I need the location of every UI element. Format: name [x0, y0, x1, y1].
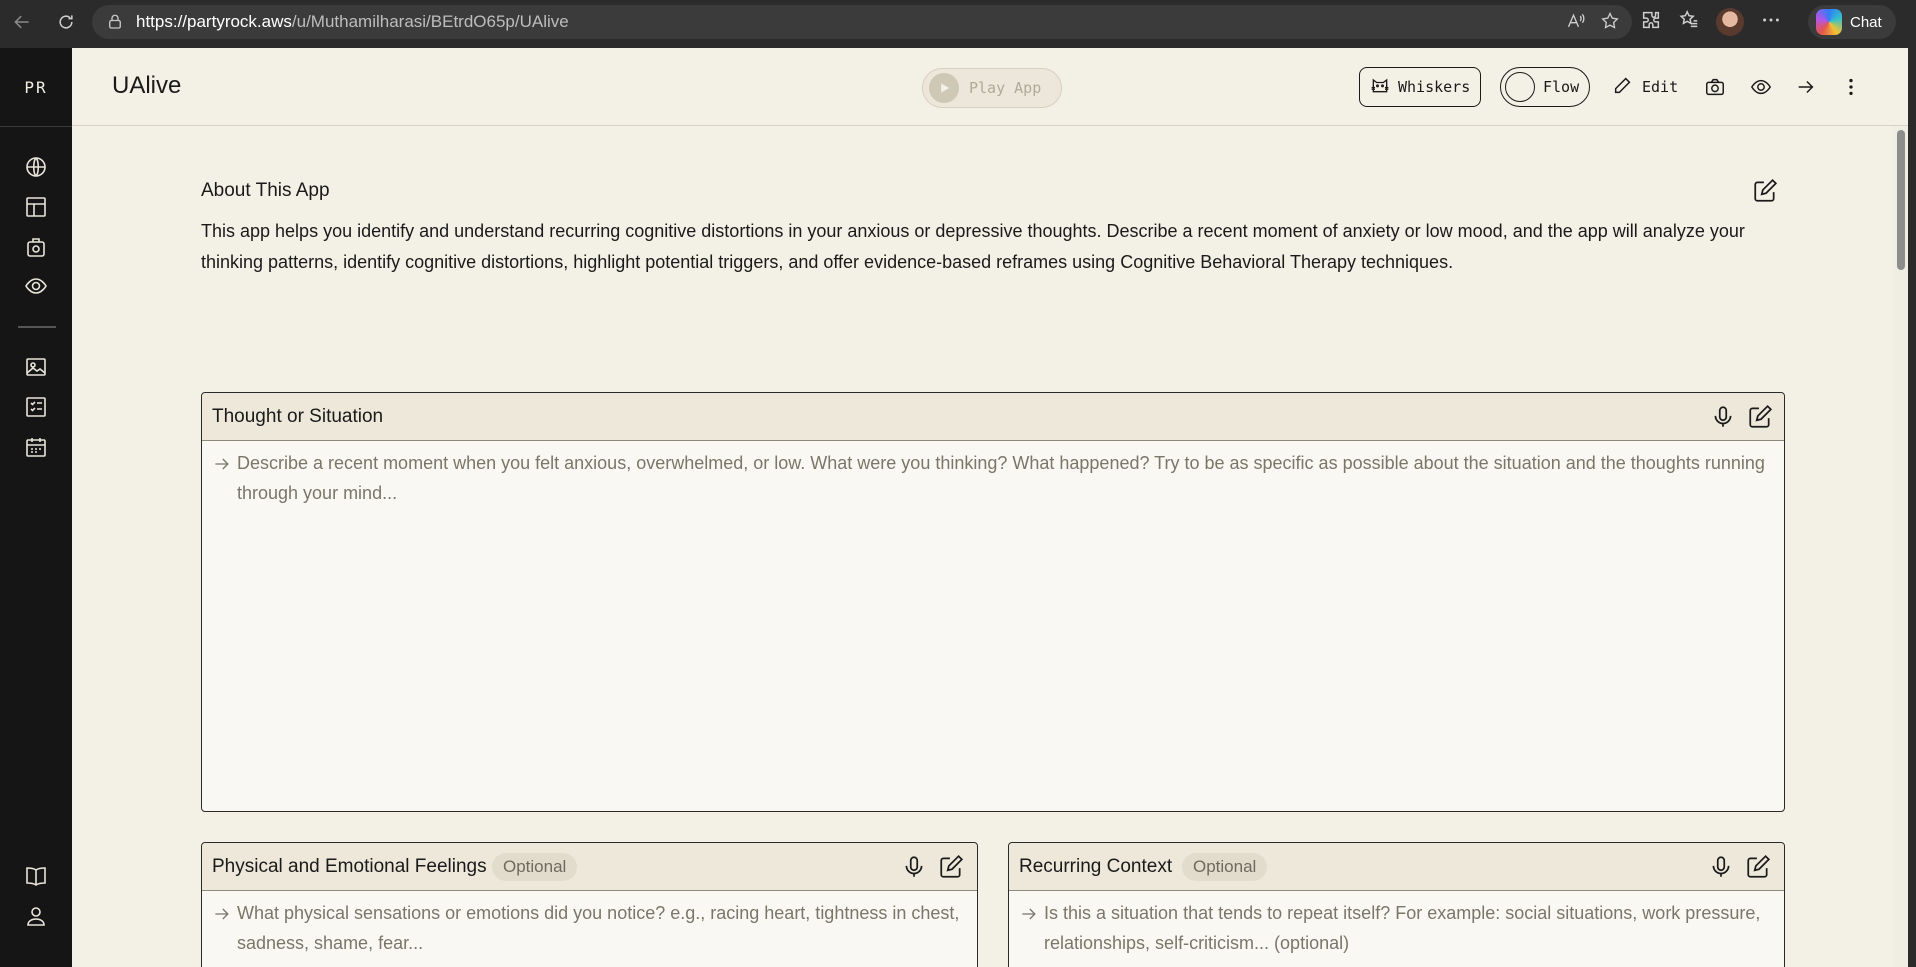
- scrollbar-thumb[interactable]: [1897, 130, 1905, 270]
- calendar-icon[interactable]: [24, 435, 48, 459]
- scrollbar[interactable]: [1894, 126, 1908, 967]
- camera-icon[interactable]: [1704, 67, 1726, 107]
- whiskers-button[interactable]: Whiskers: [1359, 67, 1482, 107]
- read-aloud-icon[interactable]: [1566, 11, 1586, 36]
- toggle-circle-icon: [1505, 72, 1535, 102]
- profile-avatar[interactable]: [1716, 8, 1744, 36]
- play-app-label: Play App: [969, 79, 1042, 97]
- copilot-chat-button[interactable]: Chat: [1808, 5, 1896, 39]
- browser-actions: Chat: [1640, 4, 1896, 40]
- back-icon[interactable]: [4, 4, 40, 40]
- card-header: Recurring Context Optional: [1009, 843, 1784, 891]
- book-icon[interactable]: [24, 864, 48, 888]
- card-header: Thought or Situation: [202, 393, 1784, 441]
- arrow-right-icon: [212, 454, 232, 474]
- feelings-input[interactable]: What physical sensations or emotions did…: [237, 898, 962, 958]
- about-description: This app helps you identify and understa…: [201, 221, 1745, 272]
- edit-label: Edit: [1642, 78, 1679, 96]
- backpack-icon[interactable]: [24, 235, 48, 259]
- edit-widget-icon[interactable]: [1747, 404, 1773, 430]
- eye-icon[interactable]: [24, 274, 48, 298]
- flow-label: Flow: [1543, 78, 1580, 96]
- app-header: UAlive Play App Whiskers Flow Edit: [72, 48, 1908, 126]
- arrow-right-icon: [212, 904, 232, 924]
- edit-widget-icon[interactable]: [938, 854, 964, 880]
- thought-input[interactable]: Describe a recent moment when you felt a…: [237, 448, 1775, 508]
- layout-icon[interactable]: [24, 195, 48, 219]
- app-main: UAlive Play App Whiskers Flow Edit About…: [72, 48, 1908, 967]
- checklist-icon[interactable]: [24, 395, 48, 419]
- microphone-icon[interactable]: [1708, 854, 1734, 880]
- edit-about-icon[interactable]: [1752, 178, 1778, 204]
- address-bar[interactable]: https://partyrock.aws/u/Muthamilharasi/B…: [92, 5, 1632, 39]
- microphone-icon[interactable]: [1710, 404, 1736, 430]
- app-title: UAlive: [112, 72, 182, 99]
- url-path: /u/Muthamilharasi/BEtrdO65p/UAlive: [291, 12, 569, 31]
- eye-view-icon[interactable]: [1750, 67, 1772, 107]
- play-icon: [929, 73, 959, 103]
- favorite-star-icon[interactable]: [1600, 11, 1620, 36]
- card-title: Physical and Emotional Feelings: [212, 856, 487, 877]
- optional-badge: Optional: [492, 853, 578, 881]
- thought-situation-card: Thought or Situation Describe a recent m…: [201, 392, 1785, 812]
- more-options-icon[interactable]: [1760, 9, 1782, 36]
- card-title: Recurring Context: [1019, 856, 1173, 877]
- copilot-icon: [1816, 9, 1842, 35]
- browser-toolbar: https://partyrock.aws/u/Muthamilharasi/B…: [0, 0, 1916, 44]
- about-title: About This App: [201, 180, 330, 201]
- lock-icon: [106, 13, 124, 31]
- edit-button[interactable]: Edit: [1612, 67, 1678, 107]
- kebab-menu-icon[interactable]: [1840, 67, 1862, 107]
- extensions-icon[interactable]: [1640, 9, 1662, 36]
- globe-icon[interactable]: [24, 155, 48, 179]
- whiskers-label: Whiskers: [1398, 78, 1471, 96]
- card-header: Physical and Emotional Feelings Optional: [202, 843, 977, 891]
- sidebar-separator: [0, 126, 72, 127]
- edit-widget-icon[interactable]: [1745, 854, 1771, 880]
- share-arrow-icon[interactable]: [1795, 67, 1817, 107]
- favorites-icon[interactable]: [1678, 9, 1700, 36]
- url-host: https://partyrock.aws: [136, 12, 292, 31]
- recurring-context-card: Recurring Context Optional Is this a sit…: [1008, 842, 1785, 967]
- physical-emotional-feelings-card: Physical and Emotional Feelings Optional…: [201, 842, 978, 967]
- microphone-icon[interactable]: [901, 854, 927, 880]
- chat-label: Chat: [1850, 13, 1882, 31]
- edit-pencil-icon: [1612, 74, 1634, 100]
- flow-toggle-button[interactable]: Flow: [1500, 67, 1591, 107]
- play-app-button[interactable]: Play App: [922, 68, 1062, 108]
- sidebar-divider: [18, 326, 56, 328]
- optional-badge: Optional: [1182, 853, 1268, 881]
- context-input[interactable]: Is this a situation that tends to repeat…: [1044, 898, 1769, 958]
- image-icon[interactable]: [24, 355, 48, 379]
- cat-icon: [1370, 75, 1390, 99]
- refresh-icon[interactable]: [48, 4, 84, 40]
- user-icon[interactable]: [24, 904, 48, 928]
- left-sidebar: PR: [0, 48, 72, 967]
- arrow-right-icon: [1019, 904, 1039, 924]
- partyrock-logo[interactable]: PR: [0, 78, 72, 97]
- card-title: Thought or Situation: [212, 406, 384, 427]
